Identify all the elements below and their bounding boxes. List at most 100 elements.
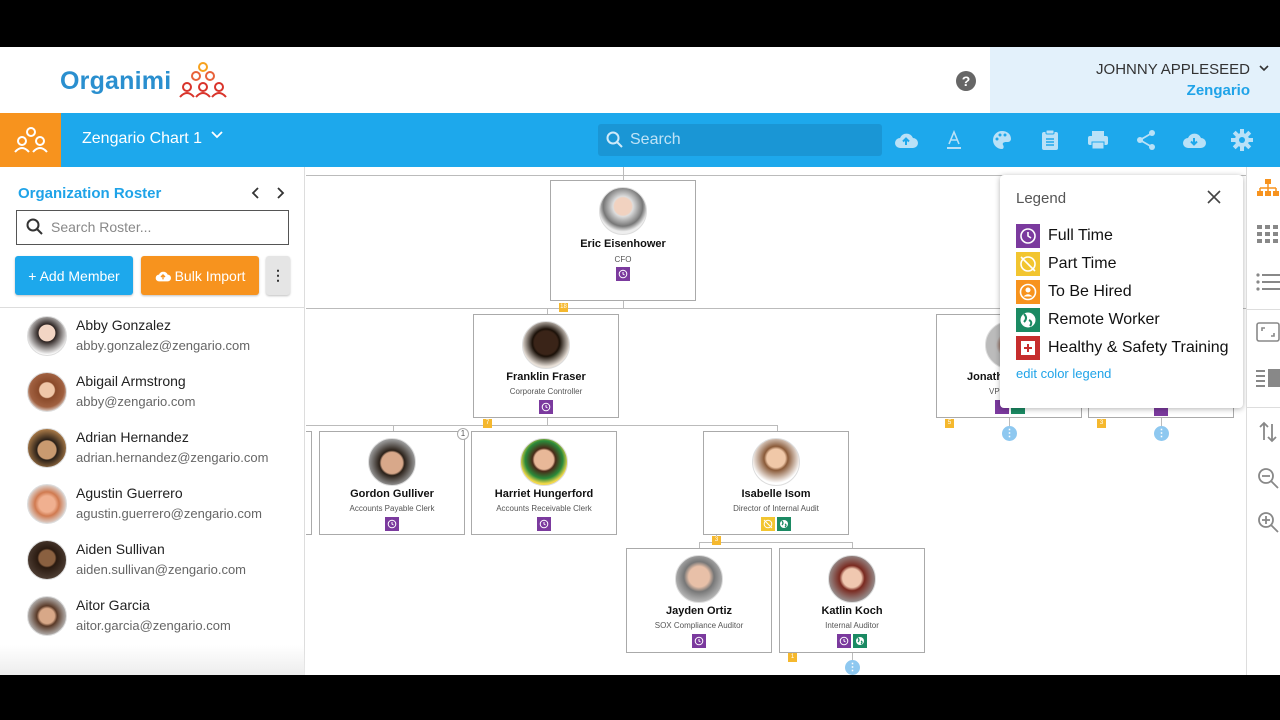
person-photo [828,555,876,603]
chevron-right-icon[interactable] [274,185,286,205]
upload-cloud-icon[interactable] [893,127,919,153]
search-icon [606,131,623,148]
member-list-item[interactable]: Abby Gonzalez abby.gonzalez@zengario.com [0,308,305,364]
share-icon[interactable] [1133,127,1159,153]
status-badges [627,634,771,648]
org-card[interactable]: Franklin Fraser Corporate Controller [473,314,619,418]
zoom-in-icon[interactable] [1255,509,1280,535]
org-home-button[interactable] [0,113,61,167]
member-email: agustin.guerrero@zengario.com [76,506,262,521]
report-count-badge[interactable]: 7 [483,419,492,428]
member-list-item[interactable]: Adrian Hernandez adrian.hernandez@zengar… [0,420,305,476]
report-count-badge[interactable]: 18 [559,303,568,312]
full-time-clock-icon [539,400,553,414]
org-card[interactable]: Harriet Hungerford Accounts Receivable C… [471,431,617,535]
org-card[interactable]: Isabelle Isom Director of Internal Audit [703,431,849,535]
status-badges [704,517,848,531]
text-format-icon[interactable] [941,127,967,153]
org-card[interactable]: Eric Eisenhower CFO [550,180,696,301]
status-badges [472,517,616,531]
connector-line [547,417,548,426]
sort-arrows-icon[interactable] [1255,419,1280,445]
person-photo [599,187,647,235]
connector-line [306,425,778,426]
org-card[interactable]: Gordon Gulliver Accounts Payable Clerk [319,431,465,535]
chevron-down-icon[interactable] [1258,61,1270,77]
fit-to-screen-icon[interactable] [1255,319,1280,345]
avatar [27,372,67,412]
legend-label: Remote Worker [1048,311,1160,328]
clipboard-icon[interactable] [1037,127,1063,153]
roster-search[interactable] [16,210,289,245]
org-people-icon [13,127,48,153]
add-member-label: + Add Member [28,267,120,284]
part-time-icon [761,517,775,531]
top-header: Organimi ? JOHNNY APPLESEED Zengario [0,47,1280,113]
report-count-badge[interactable]: 3 [1097,419,1106,428]
user-name: JOHNNY APPLESEED [1096,61,1250,78]
print-icon[interactable] [1085,127,1111,153]
legend-item-health-safety: Healthy & Safety Training [1016,336,1229,360]
chart-title[interactable]: Zengario Chart 1 [82,130,202,148]
connector-line [699,542,852,543]
chart-select-chevron-icon[interactable] [210,127,224,146]
member-email: adrian.hernandez@zengario.com [76,450,269,465]
comment-count-badge[interactable]: 1 [457,428,469,440]
legend-item-full-time: Full Time [1016,224,1113,248]
more-options-button[interactable]: ⋮ [266,256,290,295]
remote-worker-globe-icon [777,517,791,531]
expand-children-button[interactable]: ⋮ [845,660,860,675]
download-cloud-icon[interactable] [1181,127,1207,153]
report-count-badge[interactable]: 5 [945,419,954,428]
user-menu[interactable]: JOHNNY APPLESEED Zengario [990,47,1280,113]
person-photo [752,438,800,486]
member-list-item[interactable]: Aiden Sullivan aiden.sullivan@zengario.c… [0,532,305,588]
chart-search-input[interactable] [630,124,870,156]
toggle-side-panel-icon[interactable] [1255,365,1280,391]
remote-worker-globe-icon [853,634,867,648]
org-chart-view-icon[interactable] [1255,175,1280,201]
org-card[interactable]: Katlin Koch Internal Auditor [779,548,925,653]
edit-color-legend-link[interactable]: edit color legend [1016,366,1111,381]
list-view-icon[interactable] [1255,269,1280,295]
settings-gear-icon[interactable] [1229,127,1255,153]
close-icon[interactable] [1207,187,1221,210]
chevron-left-icon[interactable] [250,185,262,205]
legend-label: Part Time [1048,255,1117,272]
clock-icon [1016,224,1040,248]
help-icon[interactable]: ? [956,71,976,91]
member-list-item[interactable]: Abigail Armstrong abby@zengario.com [0,364,305,420]
report-count-badge[interactable]: 1 [788,653,797,662]
palette-icon[interactable] [989,127,1015,153]
legend-popover: Legend Full Time Part Time To Be Hired R… [1000,175,1243,408]
person-photo [522,321,570,369]
member-email: aiden.sullivan@zengario.com [76,562,247,577]
person-photo [675,555,723,603]
member-email: abby@zengario.com [76,394,196,409]
chart-search[interactable] [598,124,882,156]
person-title: Corporate Controller [509,387,583,396]
roster-search-input[interactable] [51,211,281,243]
org-card[interactable]: Jayden Ortiz SOX Compliance Auditor [626,548,772,653]
organimi-logo[interactable]: Organimi [60,61,231,101]
status-badges [780,634,924,648]
member-list-item[interactable]: Agustin Guerrero agustin.guerrero@zengar… [0,476,305,532]
add-member-button[interactable]: + Add Member [15,256,133,295]
expand-children-button[interactable]: ⋮ [1154,426,1169,441]
org-name[interactable]: Zengario [1187,82,1250,99]
member-name: Abigail Armstrong [76,373,186,389]
member-list-item[interactable]: Aitor Garcia aitor.garcia@zengario.com [0,588,305,644]
zoom-out-icon[interactable] [1255,465,1280,491]
globe-icon [1016,308,1040,332]
bulk-import-button[interactable]: Bulk Import [141,256,259,295]
grid-view-icon[interactable] [1255,221,1280,247]
expand-children-button[interactable]: ⋮ [1002,426,1017,441]
search-icon [26,218,43,235]
member-name: Adrian Hernandez [76,429,189,445]
report-count-badge[interactable]: 3 [712,536,721,545]
plus-box-icon [1016,336,1040,360]
organization-roster-panel: Organization Roster + Add Member Bulk Im… [0,167,305,675]
person-name: Katlin Koch [821,605,883,617]
avatar [27,540,67,580]
org-card-partial[interactable] [306,431,312,535]
